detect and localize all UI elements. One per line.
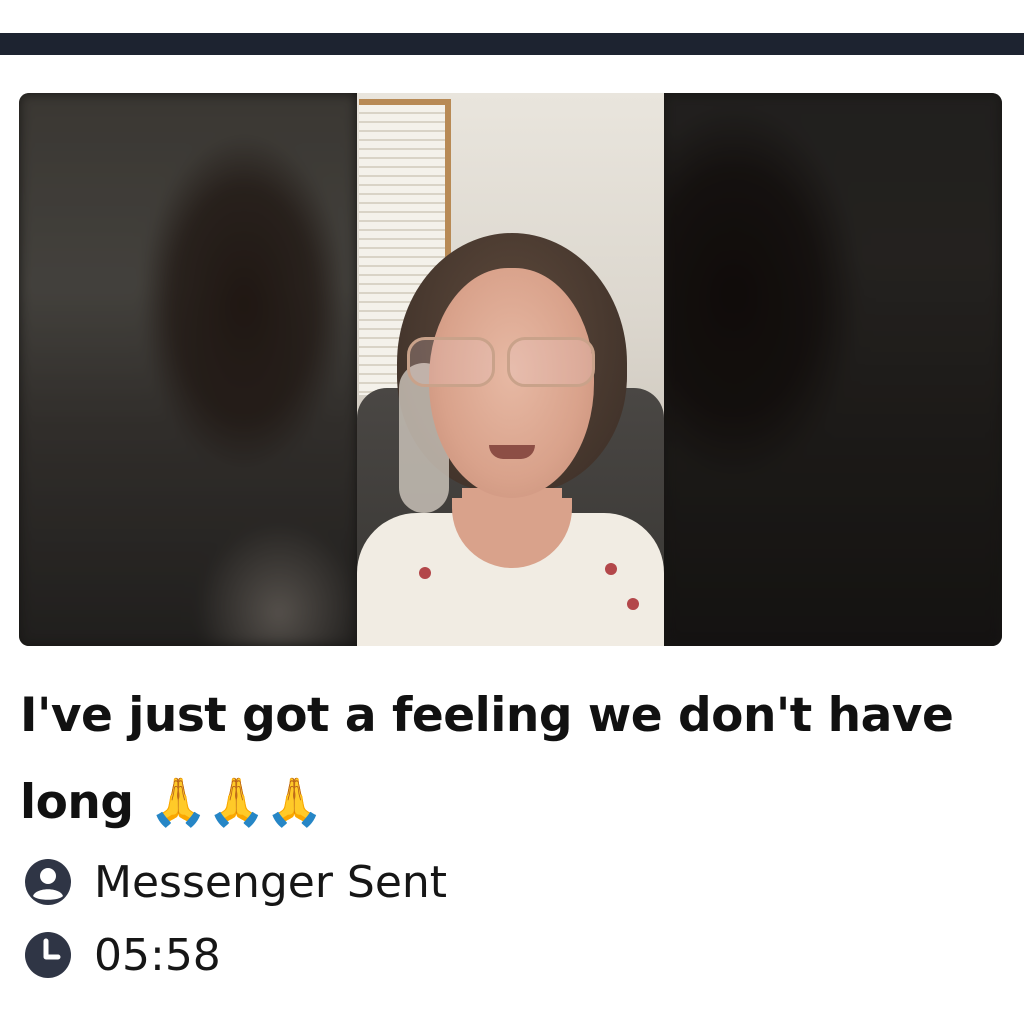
time-label: 05:58 (94, 929, 221, 981)
video-player[interactable] (19, 93, 1002, 646)
post-title: I've just got a feeling we don't have lo… (20, 688, 954, 830)
video-person-mouth (489, 445, 535, 459)
shirt-flower (627, 598, 639, 610)
page: I've just got a feeling we don't have lo… (0, 0, 1024, 1024)
time-row: 05:58 (24, 929, 221, 981)
shirt-flower (605, 563, 617, 575)
glasses-lens-right (507, 337, 595, 387)
video-person-glasses (407, 337, 597, 387)
video-frame[interactable] (357, 93, 664, 646)
clock-icon (25, 932, 71, 978)
shirt-flower (419, 567, 431, 579)
sender-row: Messenger Sent (24, 856, 448, 908)
user-circle-icon (25, 859, 71, 905)
video-dim-left (19, 93, 357, 646)
video-dim-right (664, 93, 1002, 646)
sender-label: Messenger Sent (94, 856, 448, 908)
glasses-lens-left (407, 337, 495, 387)
top-bar (0, 33, 1024, 55)
